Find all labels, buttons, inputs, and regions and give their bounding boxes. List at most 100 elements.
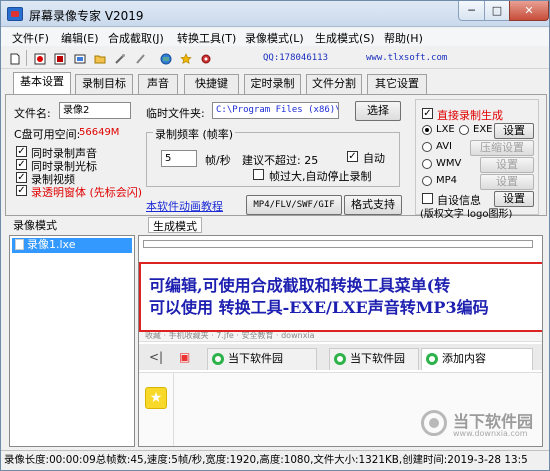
browser-tab-2[interactable]: 当下软件园 bbox=[329, 348, 419, 370]
toolbar-separator bbox=[26, 50, 27, 66]
temp-folder-input[interactable]: C:\Program Files (x86)\ bbox=[212, 102, 339, 119]
stop-icon[interactable] bbox=[50, 49, 68, 67]
browser-tab-2-label: 当下软件园 bbox=[350, 352, 405, 365]
mp4-settings-button[interactable]: 设置 bbox=[480, 174, 534, 190]
tab-scheduled-record[interactable]: 定时录制 bbox=[244, 74, 301, 94]
tab-basic-settings[interactable]: 基本设置 bbox=[13, 72, 71, 95]
filename-input[interactable]: 录像2 bbox=[59, 102, 131, 119]
format-lxe-radio[interactable] bbox=[422, 125, 432, 135]
tab-other-settings[interactable]: 其它设置 bbox=[367, 74, 427, 94]
compress-settings-button[interactable]: 压缩设置 bbox=[470, 140, 534, 156]
browser-tab-3[interactable]: 添加内容 bbox=[421, 348, 533, 370]
browser-tab-1[interactable]: 当下软件园 bbox=[207, 348, 317, 370]
menu-help[interactable]: 帮助(H) bbox=[384, 30, 423, 46]
menu-bar: 文件(F) 编辑(E) 合成截取(J) 转换工具(T) 录像模式(L) 生成模式… bbox=[1, 28, 549, 46]
record-sound-checkbox[interactable]: ✓ bbox=[16, 146, 27, 157]
format-lxe-label: LXE bbox=[436, 124, 455, 135]
screenshot-icon[interactable] bbox=[70, 49, 88, 67]
format-mp4-radio[interactable] bbox=[422, 176, 432, 186]
site-icon bbox=[212, 353, 224, 365]
tutorial-link[interactable]: 本软件动画教程 bbox=[146, 198, 223, 214]
auto-stop-label: 帧过大,自动停止录制 bbox=[269, 170, 372, 183]
menu-file[interactable]: 文件(F) bbox=[12, 30, 49, 46]
qq-contact: QQ:178046113 bbox=[263, 53, 329, 63]
copyright-label: (版权文字 logo图形) bbox=[420, 209, 513, 220]
auto-fps-checkbox[interactable]: ✓ bbox=[347, 151, 358, 162]
wmv-settings-button[interactable]: 设置 bbox=[480, 157, 534, 173]
format-wmv-label: WMV bbox=[436, 158, 462, 169]
transparent-window-checkbox[interactable]: ✓ bbox=[16, 185, 27, 196]
watermark: 当下软件园 www.downxia.com bbox=[421, 406, 541, 446]
direct-generate-checkbox[interactable]: ✓ bbox=[422, 108, 433, 119]
minimize-button[interactable]: ─ bbox=[458, 1, 485, 21]
frame-rate-title: 录制频率 (帧率) bbox=[153, 126, 236, 142]
maximize-button[interactable]: □ bbox=[484, 1, 510, 21]
notice-box: 可编辑,可使用合成截取和转换工具菜单(转 可以使用 转换工具-EXE/LXE声音… bbox=[139, 262, 542, 332]
frame-rate-group: 录制频率 (帧率) 5 帧/秒 建议不超过: 25 ✓ 自动 帧过大,自动停止录… bbox=[146, 126, 400, 187]
custom-info-checkbox[interactable] bbox=[422, 193, 433, 204]
auto-fps-label: 自动 bbox=[363, 152, 385, 165]
menu-compose[interactable]: 合成截取(J) bbox=[108, 30, 164, 46]
close-button[interactable]: ✕ bbox=[509, 1, 549, 21]
wand-icon[interactable] bbox=[110, 49, 128, 67]
choose-folder-button[interactable]: 选择 bbox=[355, 101, 401, 121]
browser-tab-row: <| ▣ 当下软件园 当下软件园 添加内容 bbox=[139, 344, 542, 370]
direct-generate-label: 直接录制生成 bbox=[437, 109, 503, 122]
folder-icon[interactable] bbox=[90, 49, 108, 67]
bookmarks-bar: 收藏 · 手机收藏夹 · 7.jfe · 安全教育 · downxia bbox=[139, 332, 542, 342]
disk-space-label: C盘可用空间: bbox=[14, 128, 81, 141]
output-format-group: ✓ 直接录制生成 LXE EXE 设置 AVI 压缩设置 WMV 设置 MP4 … bbox=[415, 99, 539, 220]
website-link[interactable]: www.tlxsoft.com bbox=[366, 53, 447, 63]
window-title: 屏幕录像专家 V2019 bbox=[29, 9, 144, 23]
gear-icon[interactable] bbox=[196, 49, 214, 67]
format-wmv-radio[interactable] bbox=[422, 159, 432, 169]
list-item-label: 录像1.lxe bbox=[27, 238, 76, 251]
format-exe-label: EXE bbox=[473, 124, 493, 135]
page-icon: ▣ bbox=[179, 350, 191, 364]
record-video-checkbox[interactable]: ✓ bbox=[16, 172, 27, 183]
browser-tab-1-label: 当下软件园 bbox=[228, 352, 283, 365]
generate-mode-header[interactable]: 生成模式 bbox=[148, 217, 202, 233]
divider bbox=[173, 373, 174, 446]
bookmarks-text: 收藏 · 手机收藏夹 · 7.jfe · 安全教育 · downxia bbox=[145, 332, 315, 340]
format-avi-radio[interactable] bbox=[422, 142, 432, 152]
brush-icon[interactable] bbox=[130, 49, 148, 67]
format-exe-radio[interactable] bbox=[459, 125, 469, 135]
notice-line-2: 可以使用 转换工具-EXE/LXE声音转MP3编码 bbox=[149, 298, 489, 317]
toolbar: QQ:178046113 www.tlxsoft.com bbox=[1, 47, 549, 69]
record-icon[interactable] bbox=[30, 49, 48, 67]
menu-record-mode[interactable]: 录像模式(L) bbox=[245, 30, 304, 46]
new-file-icon[interactable] bbox=[5, 49, 23, 67]
record-cursor-checkbox[interactable]: ✓ bbox=[16, 159, 27, 170]
menu-convert[interactable]: 转换工具(T) bbox=[177, 30, 236, 46]
site-icon bbox=[334, 353, 346, 365]
list-item[interactable]: 录像1.lxe bbox=[12, 238, 132, 253]
format-button[interactable]: MP4/FLV/SWF/GIF bbox=[246, 195, 342, 215]
watermark-logo-icon bbox=[421, 410, 447, 436]
format-mp4-label: MP4 bbox=[436, 175, 458, 186]
file-icon bbox=[15, 239, 24, 250]
status-bar: 录像长度:00:00:09总帧数:45,速度:5帧/秒,宽度:1920,高度:1… bbox=[1, 450, 549, 470]
star-icon[interactable] bbox=[176, 49, 194, 67]
tab-file-split[interactable]: 文件分割 bbox=[306, 74, 362, 94]
fps-unit: 帧/秒 bbox=[205, 154, 231, 167]
tab-hotkeys[interactable]: 快捷键 bbox=[184, 74, 239, 94]
title-bar[interactable]: 屏幕录像专家 V2019 ─ □ ✕ bbox=[1, 1, 549, 27]
tab-record-target[interactable]: 录制目标 bbox=[75, 74, 133, 94]
filename-label: 文件名: bbox=[14, 107, 51, 120]
recording-mode-header: 录像模式 bbox=[13, 219, 57, 232]
back-arrow-icon[interactable]: <| bbox=[149, 350, 163, 364]
recording-list[interactable]: 录像1.lxe bbox=[9, 235, 135, 447]
fps-input[interactable]: 5 bbox=[161, 150, 197, 167]
format-avi-label: AVI bbox=[436, 141, 452, 152]
disk-space-value: 56649M bbox=[79, 127, 120, 138]
menu-generate-mode[interactable]: 生成模式(S) bbox=[315, 30, 375, 46]
globe-icon[interactable] bbox=[156, 49, 174, 67]
settings-tabs: 基本设置 录制目标 声音 快捷键 定时录制 文件分割 其它设置 bbox=[1, 72, 549, 95]
favorite-star-icon[interactable]: ★ bbox=[145, 387, 167, 409]
menu-edit[interactable]: 编辑(E) bbox=[61, 30, 99, 46]
tab-sound[interactable]: 声音 bbox=[138, 74, 178, 94]
lxe-settings-button[interactable]: 设置 bbox=[494, 123, 534, 139]
format-support-button[interactable]: 格式支持 bbox=[344, 195, 402, 215]
auto-stop-checkbox[interactable] bbox=[253, 169, 264, 180]
